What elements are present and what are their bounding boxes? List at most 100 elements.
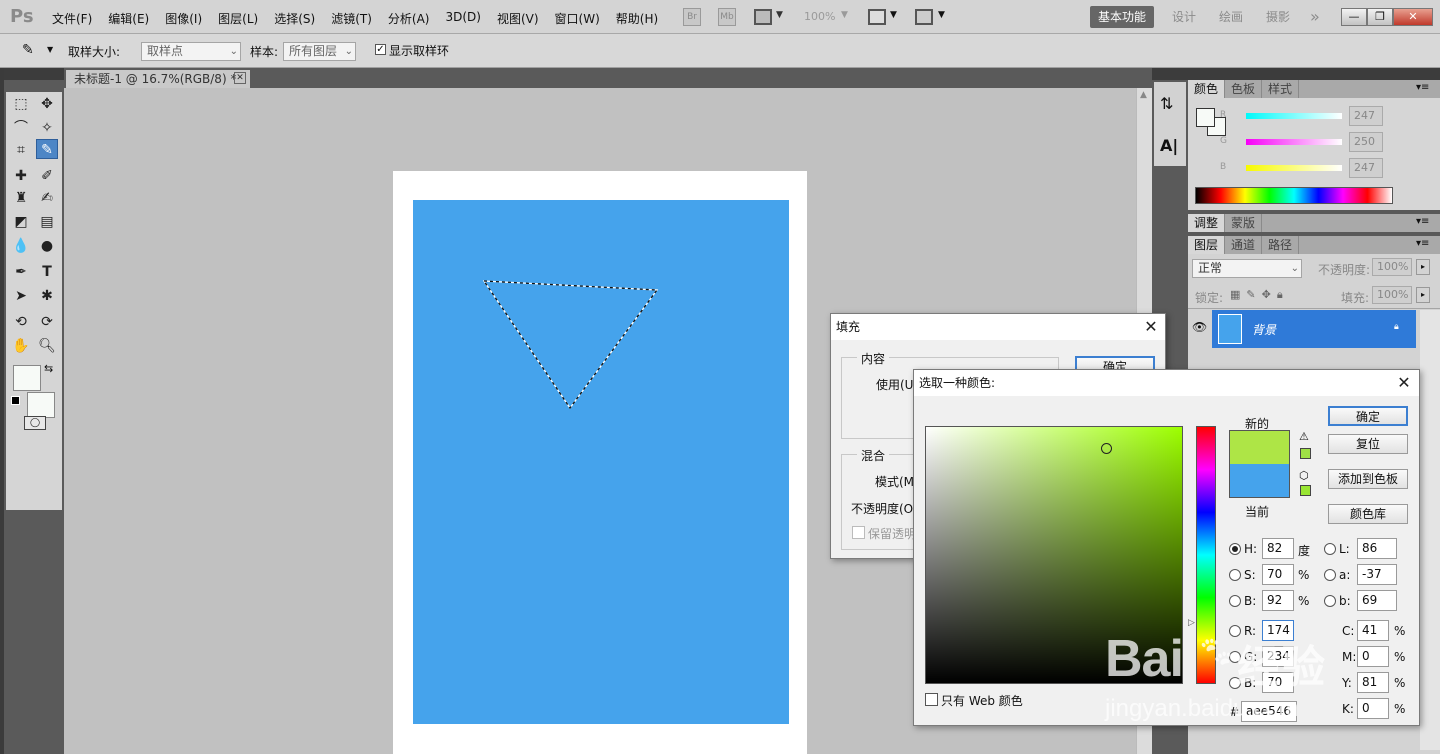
b-slider[interactable] bbox=[1246, 165, 1342, 171]
color-field[interactable] bbox=[925, 426, 1183, 684]
y-field[interactable]: 81 bbox=[1357, 672, 1389, 693]
color-field-cursor[interactable] bbox=[1101, 443, 1112, 454]
close-icon[interactable]: ✕ bbox=[234, 72, 246, 84]
menu-file[interactable]: 文件(F) bbox=[52, 10, 92, 27]
r-field[interactable]: 174 bbox=[1262, 620, 1294, 641]
r-radio[interactable] bbox=[1229, 625, 1241, 637]
workspace-design[interactable]: 设计 bbox=[1164, 6, 1204, 28]
color-libraries-button[interactable]: 颜色库 bbox=[1328, 504, 1408, 524]
bridge-button[interactable]: Br bbox=[683, 8, 701, 26]
s-field[interactable]: 70 bbox=[1262, 564, 1294, 585]
scroll-up-icon[interactable]: ▲ bbox=[1140, 90, 1147, 100]
eye-icon[interactable]: 👁︎ bbox=[1192, 320, 1207, 334]
fill-value[interactable]: 100% bbox=[1372, 286, 1412, 304]
menu-filter[interactable]: 滤镜(T) bbox=[331, 10, 372, 27]
zoom-level[interactable]: 100% bbox=[804, 10, 835, 23]
menu-3d[interactable]: 3D(D) bbox=[445, 10, 480, 27]
h-radio[interactable] bbox=[1229, 543, 1241, 555]
foreground-color-swatch[interactable] bbox=[13, 365, 41, 391]
r-slider[interactable] bbox=[1246, 113, 1342, 119]
background-color-swatch[interactable] bbox=[27, 392, 55, 418]
default-colors-icon[interactable] bbox=[11, 396, 20, 405]
character-icon[interactable]: A| bbox=[1160, 136, 1178, 155]
toolbox-grip[interactable] bbox=[4, 68, 64, 80]
a-field[interactable]: -37 bbox=[1357, 564, 1397, 585]
gradient-tool-icon[interactable]: ▤ bbox=[36, 212, 58, 232]
tab-layers[interactable]: 图层 bbox=[1188, 236, 1226, 254]
3d-rotate-tool-icon[interactable]: ⟲ bbox=[10, 312, 32, 332]
document-tab[interactable]: 未标题-1 @ 16.7%(RGB/8) * ✕ bbox=[66, 70, 250, 88]
gamut-color-swatch[interactable] bbox=[1300, 448, 1311, 459]
tab-color[interactable]: 颜色 bbox=[1188, 80, 1226, 98]
chevron-right-icon[interactable]: ▸ bbox=[1416, 287, 1430, 303]
move-tool-icon[interactable]: ✥ bbox=[36, 94, 58, 114]
m-field[interactable]: 0 bbox=[1357, 646, 1389, 667]
chevron-right-icon[interactable]: ▸ bbox=[1416, 259, 1430, 275]
healing-brush-tool-icon[interactable]: ✚ bbox=[10, 166, 32, 186]
menu-select[interactable]: 选择(S) bbox=[274, 10, 315, 27]
b-field[interactable]: 70 bbox=[1262, 672, 1294, 693]
r-value[interactable]: 247 bbox=[1349, 106, 1383, 126]
marquee-tool-icon[interactable]: ⬚ bbox=[10, 94, 32, 114]
eyedropper-tool-icon[interactable]: ✎ bbox=[36, 139, 58, 159]
l-radio[interactable] bbox=[1324, 543, 1336, 555]
hue-slider-arrow-icon[interactable]: ▷ bbox=[1188, 618, 1195, 628]
hue-slider[interactable] bbox=[1196, 426, 1216, 684]
c-field[interactable]: 41 bbox=[1357, 620, 1389, 641]
close-icon[interactable]: ✕ bbox=[1394, 373, 1414, 393]
restore-button[interactable]: ❐ bbox=[1367, 8, 1393, 26]
g-radio[interactable] bbox=[1229, 651, 1241, 663]
zoom-tool-icon[interactable]: 🔍︎ bbox=[36, 336, 58, 356]
preserve-transparency-checkbox[interactable] bbox=[852, 526, 865, 539]
l-field[interactable]: 86 bbox=[1357, 538, 1397, 559]
custom-shape-tool-icon[interactable]: ✱ bbox=[36, 286, 58, 306]
picker-ok-button[interactable]: 确定 bbox=[1328, 406, 1408, 426]
3d-orbit-tool-icon[interactable]: ⟳ bbox=[36, 312, 58, 332]
panels-grip[interactable] bbox=[1188, 68, 1440, 80]
sample-select[interactable]: 所有图层 ⌄ bbox=[283, 42, 356, 61]
brush-tool-icon[interactable]: ✐ bbox=[36, 166, 58, 186]
g-slider[interactable] bbox=[1246, 139, 1342, 145]
foreground-swatch[interactable] bbox=[1196, 108, 1215, 127]
menu-edit[interactable]: 编辑(E) bbox=[108, 10, 149, 27]
sample-size-select[interactable]: 取样点 ⌄ bbox=[141, 42, 241, 61]
workspace-painting[interactable]: 绘画 bbox=[1211, 6, 1251, 28]
minimize-button[interactable]: — bbox=[1341, 8, 1367, 26]
color-ramp[interactable] bbox=[1195, 187, 1393, 204]
add-to-swatches-button[interactable]: 添加到色板 bbox=[1328, 469, 1408, 489]
blur-tool-icon[interactable]: 💧 bbox=[10, 236, 32, 256]
view-extras-icon[interactable] bbox=[754, 9, 772, 25]
close-icon[interactable]: ✕ bbox=[1141, 317, 1161, 337]
lab-b-radio[interactable] bbox=[1324, 595, 1336, 607]
h-field[interactable]: 82 bbox=[1262, 538, 1294, 559]
eyedropper-icon[interactable]: ✎ bbox=[22, 42, 34, 58]
tab-styles[interactable]: 样式 bbox=[1262, 80, 1300, 98]
workspace-essentials[interactable]: 基本功能 bbox=[1090, 6, 1155, 28]
menu-window[interactable]: 窗口(W) bbox=[555, 10, 600, 27]
blend-mode-select[interactable]: 正常 ⌄ bbox=[1192, 259, 1302, 278]
more-workspaces-icon[interactable]: » bbox=[1302, 6, 1328, 28]
history-icon[interactable]: ⇅ bbox=[1160, 94, 1173, 113]
tab-masks[interactable]: 蒙版 bbox=[1225, 214, 1263, 232]
gamut-warning-icon[interactable]: ⚠ bbox=[1299, 430, 1309, 443]
screen-mode-icon[interactable] bbox=[915, 9, 933, 25]
workspace-photography[interactable]: 摄影 bbox=[1258, 6, 1298, 28]
lock-icons[interactable]: ▦✎✥🔒︎ bbox=[1230, 288, 1289, 302]
chevron-down-icon[interactable]: ▼ bbox=[47, 45, 53, 54]
web-safe-cube-icon[interactable]: ⬡ bbox=[1299, 469, 1309, 482]
lab-b-field[interactable]: 69 bbox=[1357, 590, 1397, 611]
panel-menu-icon[interactable]: ▾≡ bbox=[1416, 82, 1429, 93]
lasso-tool-icon[interactable]: ⌒ bbox=[10, 118, 32, 138]
close-button[interactable]: ✕ bbox=[1393, 8, 1433, 26]
pen-tool-icon[interactable]: ✒ bbox=[10, 262, 32, 282]
quick-mask-icon[interactable]: ◯ bbox=[24, 416, 46, 430]
layers-scrollbar[interactable] bbox=[1420, 310, 1440, 750]
brightness-radio[interactable] bbox=[1229, 595, 1241, 607]
b-value[interactable]: 247 bbox=[1349, 158, 1383, 178]
swap-colors-icon[interactable]: ⇆ bbox=[44, 362, 53, 375]
layer-row[interactable]: 背景 🔒︎ bbox=[1212, 310, 1416, 348]
quick-select-tool-icon[interactable]: ✧ bbox=[36, 118, 58, 138]
k-field[interactable]: 0 bbox=[1357, 698, 1389, 719]
arrange-documents-icon[interactable] bbox=[868, 9, 886, 25]
g-field[interactable]: 234 bbox=[1262, 646, 1294, 667]
